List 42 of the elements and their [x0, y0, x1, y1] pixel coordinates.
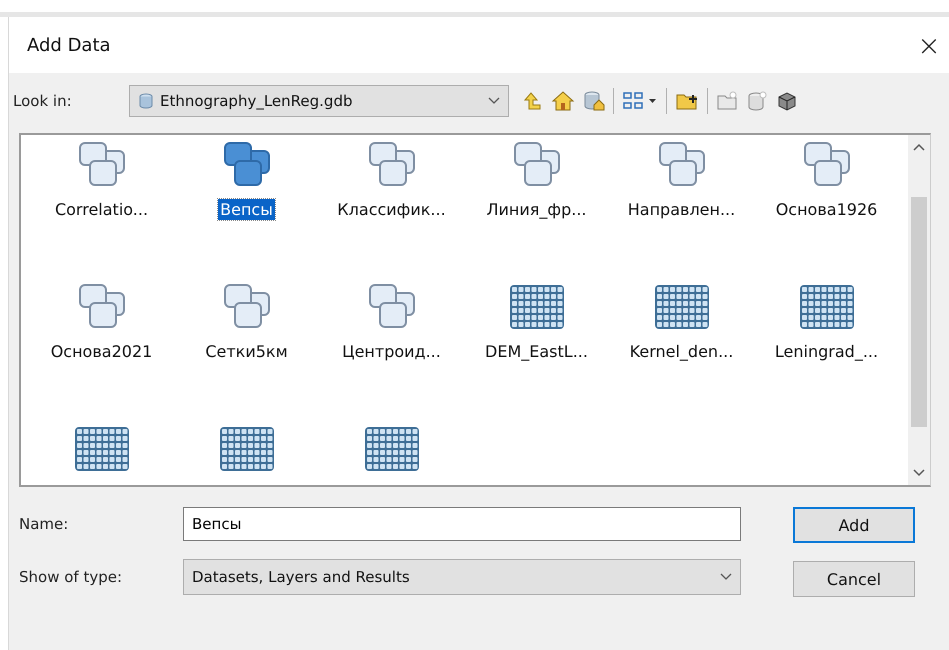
raster-grid-icon[interactable]: [74, 426, 130, 472]
item-label[interactable]: Направлен...: [626, 199, 738, 220]
item-label[interactable]: Линия_фр...: [484, 199, 588, 220]
window-title: Add Data: [27, 34, 111, 56]
look-in-label: Look in:: [13, 92, 73, 110]
scrollbar-thumb[interactable]: [911, 197, 927, 427]
add-button[interactable]: Add: [793, 507, 915, 543]
database-home-icon[interactable]: [583, 90, 605, 112]
close-button[interactable]: ×: [909, 25, 949, 65]
scroll-down-icon[interactable]: [913, 469, 925, 477]
cancel-button[interactable]: Cancel: [793, 561, 915, 597]
show-type-label: Show of type:: [19, 568, 124, 586]
name-field[interactable]: Вепсы: [183, 507, 741, 541]
chevron-down-icon: [488, 97, 500, 105]
raster-grid-icon[interactable]: [218, 426, 274, 472]
show-type-dropdown[interactable]: Datasets, Layers and Results: [183, 559, 741, 595]
item-label[interactable]: Центроид...: [340, 341, 443, 362]
raster-grid-icon[interactable]: [654, 284, 710, 330]
chevron-down-icon: [720, 573, 732, 581]
scroll-up-icon[interactable]: [913, 143, 925, 151]
raster-grid-icon[interactable]: [508, 284, 564, 330]
item-label[interactable]: Leningrad_...: [772, 341, 880, 362]
item-label[interactable]: Correlatio...: [52, 199, 150, 220]
database-icon: [138, 93, 154, 109]
raster-grid-icon[interactable]: [798, 284, 854, 330]
toolbox-icon[interactable]: [776, 90, 798, 112]
new-folder-icon[interactable]: [716, 90, 738, 112]
name-label: Name:: [19, 515, 70, 533]
new-database-icon[interactable]: [746, 90, 768, 112]
look-in-dropdown[interactable]: Ethnography_LenReg.gdb: [129, 85, 509, 117]
grid-view-icon[interactable]: [622, 90, 658, 112]
scrollbar[interactable]: [908, 135, 930, 485]
item-label[interactable]: Вепсы: [218, 199, 275, 220]
item-label[interactable]: Сетки5км: [203, 341, 290, 362]
raster-grid-icon[interactable]: [364, 426, 420, 472]
item-label[interactable]: Основа2021: [48, 341, 154, 362]
item-label[interactable]: Классифик...: [335, 199, 448, 220]
item-label[interactable]: Основа1926: [774, 199, 880, 220]
up-arrow-icon[interactable]: [521, 90, 543, 112]
home-icon[interactable]: [551, 90, 575, 112]
item-label[interactable]: DEM_EastL...: [483, 341, 590, 362]
item-label[interactable]: Kernel_den...: [628, 341, 736, 362]
